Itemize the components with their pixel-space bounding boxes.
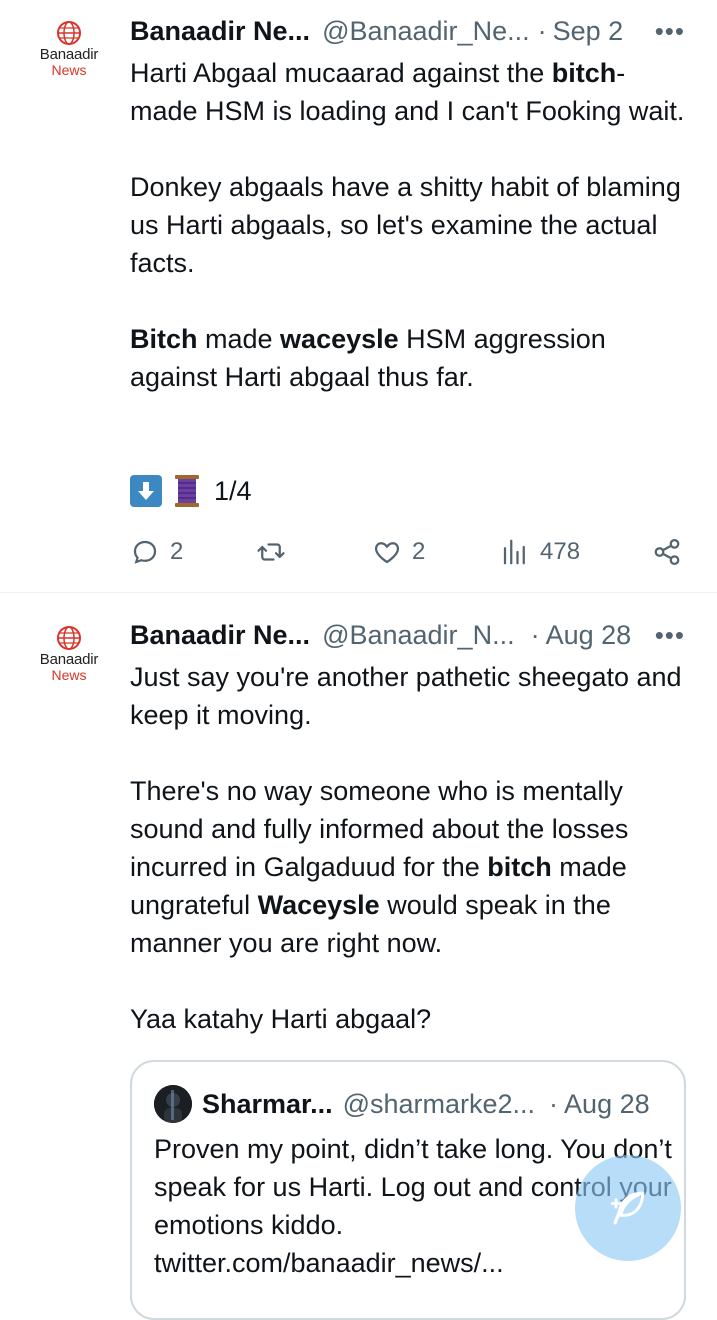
tweet-text: Harti Abgaal mucaarad against the bitch-… xyxy=(130,54,690,396)
quoted-author-avatar[interactable] xyxy=(154,1085,192,1123)
bold-text-run: bitch xyxy=(551,58,617,88)
analytics-icon xyxy=(503,539,525,565)
paragraph: Donkey abgaals have a shitty habit of bl… xyxy=(130,172,681,278)
separator-dot: · xyxy=(537,16,547,46)
author-handle[interactable]: @Banaadir_N... xyxy=(322,617,515,653)
avatar-brand-subtext: News xyxy=(51,62,87,78)
bold-text-run: waceysle xyxy=(280,324,399,354)
view-count: 478 xyxy=(540,538,581,565)
compose-tweet-button[interactable] xyxy=(575,1155,681,1261)
tweet-header: Banaadir Ne... @Banaadir_Ne... · Sep 2 •… xyxy=(130,13,687,49)
globe-icon xyxy=(57,626,81,650)
thread-indicator: 1/4 xyxy=(130,472,252,510)
spool-of-thread-icon xyxy=(175,475,199,507)
bold-text-run: Waceysle xyxy=(257,890,380,920)
reply-count: 2 xyxy=(170,538,184,565)
text-run: Harti Abgaal mucaarad against the xyxy=(130,58,552,88)
quoted-tweet-header: Sharmar... @sharmarke2... · Aug 28 xyxy=(154,1085,650,1123)
paragraph: Bitch made waceysle HSM aggression again… xyxy=(130,320,690,396)
globe-icon xyxy=(57,21,81,45)
tweet-date[interactable]: Aug 28 xyxy=(546,617,632,653)
heart-icon xyxy=(374,542,400,564)
paragraph: Harti Abgaal mucaarad against the bitch-… xyxy=(130,54,690,130)
retweet-icon xyxy=(257,543,285,561)
text-run: made xyxy=(197,324,281,354)
author-handle[interactable]: @Banaadir_Ne... xyxy=(322,13,530,49)
paragraph: Yaa katahy Harti abgaal? xyxy=(130,1004,432,1034)
separator-dot: · xyxy=(530,620,540,650)
avatar-brand-text: Banaadir xyxy=(39,651,99,668)
person-photo-icon xyxy=(154,1085,192,1123)
thread-counter: 1/4 xyxy=(214,475,252,506)
author-name[interactable]: Banaadir Ne... xyxy=(130,13,310,49)
share-button[interactable] xyxy=(652,532,682,572)
like-count: 2 xyxy=(412,538,426,565)
quoted-tweet-date[interactable]: Aug 28 xyxy=(564,1089,650,1120)
avatar[interactable]: Banaadir News xyxy=(30,20,108,80)
bold-text-run: Bitch xyxy=(130,324,198,354)
retweet-button[interactable] xyxy=(256,532,286,572)
tweet-text: Just say you're another pathetic sheegat… xyxy=(130,658,690,1038)
paragraph: There's no way someone who is mentally s… xyxy=(130,772,690,962)
share-icon xyxy=(654,539,680,565)
avatar-brand-text: Banaadir xyxy=(39,46,99,63)
down-arrow-icon xyxy=(130,475,162,507)
tweet-date[interactable]: Sep 2 xyxy=(553,13,624,49)
tweet-header: Banaadir Ne... @Banaadir_N... · Aug 28 •… xyxy=(130,617,687,653)
more-options-icon[interactable]: ••• xyxy=(655,13,685,49)
more-options-icon[interactable]: ••• xyxy=(655,617,685,653)
avatar-brand-subtext: News xyxy=(51,667,87,683)
action-bar: 2 2 478 xyxy=(130,532,690,572)
quoted-author-handle[interactable]: @sharmarke2... xyxy=(343,1089,535,1120)
bold-text-run: bitch xyxy=(487,852,552,882)
paragraph: Just say you're another pathetic sheegat… xyxy=(130,662,682,730)
separator-dot: · xyxy=(549,1088,559,1119)
quoted-author-name[interactable]: Sharmar... xyxy=(202,1089,333,1120)
reply-icon xyxy=(133,540,157,564)
avatar[interactable]: Banaadir News xyxy=(30,625,108,685)
reply-button[interactable]: 2 xyxy=(130,532,183,572)
author-name[interactable]: Banaadir Ne... xyxy=(130,617,310,653)
tweet[interactable]: Banaadir News Banaadir Ne... @Banaadir_N… xyxy=(0,0,717,592)
views-button[interactable]: 478 xyxy=(500,532,580,572)
like-button[interactable]: 2 xyxy=(372,532,425,572)
feather-icon xyxy=(610,1191,645,1225)
